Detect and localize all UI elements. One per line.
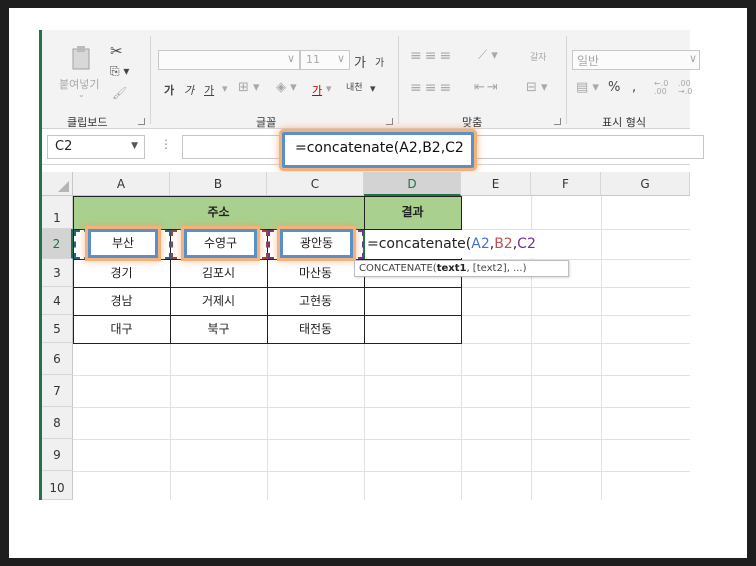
column-header-g[interactable]: G: [601, 172, 690, 196]
grow-font-button[interactable]: 가: [354, 52, 366, 71]
tooltip-arg-text1[interactable]: text1: [437, 263, 467, 274]
formula-bar: C2 ▼ ⋮ ✕ ✓ fx =concatenate(A2,B2,C2: [42, 130, 704, 168]
underline-button[interactable]: 가: [204, 82, 214, 98]
column-header-b[interactable]: B: [170, 172, 267, 196]
clipboard-group-label: 클립보드: [67, 116, 108, 129]
number-format-combo[interactable]: 일반 ∨: [572, 50, 700, 70]
row-header-6[interactable]: 6: [42, 343, 73, 375]
shrink-font-button[interactable]: 가: [375, 54, 384, 69]
cell-a5[interactable]: 대구: [73, 315, 170, 343]
row-header-8[interactable]: 8: [42, 407, 73, 439]
window-left-edge: [39, 30, 42, 500]
merge-cells-icon[interactable]: ⊟ ▾: [526, 80, 548, 95]
cell-d2-editing[interactable]: =concatenate(A2,B2,C2: [365, 230, 565, 258]
column-header-e[interactable]: E: [461, 172, 531, 196]
cut-icon[interactable]: ✂: [110, 42, 123, 60]
font-color-button[interactable]: 가: [312, 82, 322, 98]
cell-c3[interactable]: 마산동: [267, 259, 364, 287]
font-size-combo[interactable]: 11 ∨: [300, 50, 350, 70]
screenshot-frame: 붙여넣기 ⌄ ✂ ⎘ ▾ 🖌 클립보드 ∨ 11 ∨ 가 가 가 가 가 ▾ ⊞…: [9, 8, 747, 558]
row-header-5[interactable]: 5: [42, 315, 73, 343]
alignment-launcher-icon[interactable]: [554, 118, 561, 125]
column-header-d[interactable]: D: [364, 172, 461, 196]
font-size-value: 11: [306, 53, 320, 66]
select-all-button[interactable]: [42, 172, 73, 196]
paste-dropdown-icon[interactable]: ⌄: [78, 90, 85, 99]
cell-c2[interactable]: 광안동: [280, 229, 353, 258]
active-cell-border: [363, 230, 365, 259]
indent-icons[interactable]: ⇤⇥: [474, 80, 500, 95]
font-launcher-icon[interactable]: [386, 118, 393, 125]
edit-ref-a2: A2: [471, 236, 490, 252]
name-box-value: C2: [55, 139, 73, 154]
chevron-down-icon: ∨: [336, 52, 345, 65]
row-header-4[interactable]: 4: [42, 287, 73, 315]
decimal-increase-icon[interactable]: ←.0.00: [654, 80, 668, 96]
function-tooltip[interactable]: CONCATENATE(text1, [text2], ...): [354, 260, 569, 277]
number-group-label: 표시 형식: [602, 116, 646, 129]
merged-header-address[interactable]: 주소: [73, 196, 364, 229]
row-header-9[interactable]: 9: [42, 439, 73, 471]
cell-b5[interactable]: 북구: [170, 315, 267, 343]
cell-b4[interactable]: 거제시: [170, 287, 267, 315]
font-group-label: 글꼴: [256, 116, 277, 129]
wrap-text-button[interactable]: 갈자: [530, 50, 547, 63]
cell-b3[interactable]: 김포시: [170, 259, 267, 287]
fill-color-icon[interactable]: ◈ ▾: [276, 80, 297, 95]
chevron-down-icon: ▼: [131, 141, 138, 151]
name-box[interactable]: C2 ▼: [47, 135, 145, 159]
row-header-2[interactable]: 2: [42, 229, 73, 259]
more-options-icon: ⋮: [160, 137, 172, 151]
vertical-align-icons[interactable]: ≡≡≡: [410, 48, 454, 64]
number-format-value: 일반: [577, 54, 600, 68]
cell-a3[interactable]: 경기: [73, 259, 170, 287]
alignment-group-label: 맞춤: [462, 116, 483, 129]
cell-a2[interactable]: 부산: [88, 229, 158, 258]
row-header-10[interactable]: 10: [42, 471, 73, 500]
border-icon[interactable]: ⊞ ▾: [238, 80, 260, 95]
formula-highlight[interactable]: =concatenate(A2,B2,C2: [282, 132, 474, 168]
ribbon: 붙여넣기 ⌄ ✂ ⎘ ▾ 🖌 클립보드 ∨ 11 ∨ 가 가 가 가 가 ▾ ⊞…: [42, 30, 700, 129]
column-header-a[interactable]: A: [73, 172, 170, 196]
worksheet-grid: A B C D E F G 1 2 3 4 5 6 7 8 9 10 주소 결과…: [42, 172, 690, 500]
percent-button[interactable]: %: [608, 80, 620, 95]
tooltip-function-name: CONCATENATE(: [359, 263, 437, 274]
paste-icon[interactable]: [70, 46, 92, 72]
clipboard-launcher-icon[interactable]: [138, 118, 145, 125]
format-painter-icon[interactable]: 🖌: [112, 86, 127, 100]
accounting-icon[interactable]: ▤ ▾: [576, 80, 599, 95]
formula-input[interactable]: =concatenate(A2,B2,C2: [295, 140, 464, 156]
font-name-combo[interactable]: ∨: [158, 50, 300, 70]
row-header-1[interactable]: 1: [42, 196, 73, 229]
edit-prefix: =concatenate(: [367, 236, 472, 252]
chevron-down-icon: ∨: [688, 52, 697, 65]
row-header-3[interactable]: 3: [42, 259, 73, 287]
phonetic-button[interactable]: 내천: [346, 80, 363, 93]
cell-c5[interactable]: 태전동: [267, 315, 364, 343]
edit-ref-c2: C2: [517, 236, 536, 252]
phonetic-dropdown-icon[interactable]: ▾: [370, 82, 376, 95]
tooltip-rest-args: , [text2], ...): [466, 263, 527, 274]
edit-ref-b2: B2: [494, 236, 513, 252]
bold-button[interactable]: 가: [164, 82, 174, 98]
cell-a4[interactable]: 경남: [73, 287, 170, 315]
decimal-decrease-icon[interactable]: .00 →.0: [678, 80, 692, 96]
column-header-f[interactable]: F: [531, 172, 601, 196]
italic-button[interactable]: 가: [184, 82, 194, 98]
chevron-down-icon: ∨: [286, 52, 295, 65]
orientation-icon[interactable]: ⟋ ▾: [478, 48, 498, 63]
copy-icon[interactable]: ⎘ ▾: [110, 64, 129, 79]
cell-c4[interactable]: 고현동: [267, 287, 364, 315]
horizontal-align-icons[interactable]: ≡≡≡: [410, 80, 454, 96]
row-header-7[interactable]: 7: [42, 375, 73, 407]
comma-button[interactable]: ,: [632, 80, 636, 95]
font-color-dropdown-icon[interactable]: ▾: [326, 82, 332, 95]
header-result[interactable]: 결과: [364, 196, 461, 229]
cell-b2[interactable]: 수영구: [184, 229, 257, 258]
column-header-c[interactable]: C: [267, 172, 364, 196]
underline-dropdown-icon[interactable]: ▾: [222, 82, 228, 95]
